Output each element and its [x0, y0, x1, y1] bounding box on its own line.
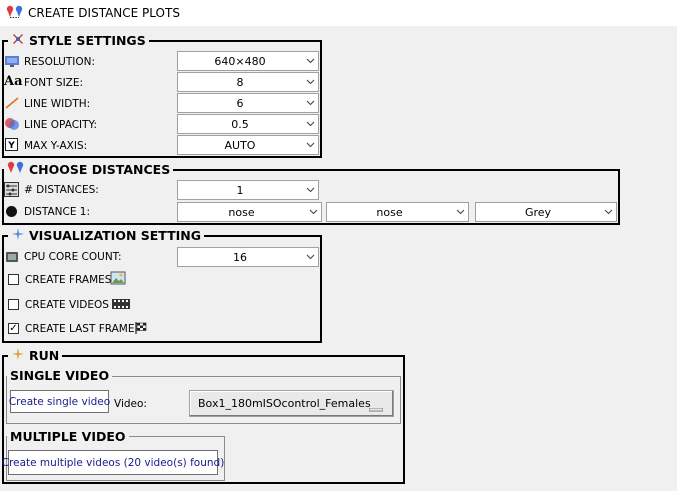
- style-settings-title: STYLE SETTINGS: [29, 32, 146, 48]
- body-part-1-dropdown[interactable]: nose: [177, 202, 322, 222]
- line-opacity-dropdown[interactable]: 0.5: [177, 114, 319, 134]
- create-single-video-label: Create single video: [8, 395, 111, 408]
- chevron-down-icon: [302, 187, 318, 193]
- line-width-value: 6: [236, 96, 244, 110]
- body-part-1-value: nose: [228, 205, 255, 219]
- distance-color-dropdown[interactable]: Grey: [475, 202, 617, 222]
- run-legend: RUN: [8, 347, 63, 364]
- sparkle-icon: [11, 227, 25, 244]
- create-multiple-videos-label: Create multiple videos (20 video(s) foun…: [1, 456, 225, 469]
- max-y-axis-label: MAX Y-AXIS:: [24, 140, 88, 152]
- resolution-value: 640×480: [214, 54, 266, 68]
- create-videos-checkbox[interactable]: [8, 299, 19, 310]
- wrench-icon: [11, 32, 25, 49]
- opacity-icon: [4, 117, 20, 134]
- cpu-core-count-label: CPU CORE COUNT:: [24, 251, 122, 263]
- visualization-title: VISUALIZATION SETTING: [29, 227, 202, 243]
- line-opacity-value: 0.5: [231, 117, 249, 131]
- choose-distances-title: CHOOSE DISTANCES: [29, 161, 171, 177]
- resolution-label: RESOLUTION:: [24, 56, 96, 68]
- distance-pins-icon: [7, 161, 25, 178]
- chevron-down-icon: [302, 58, 318, 64]
- run-title: RUN: [29, 347, 60, 363]
- create-multiple-videos-button[interactable]: Create multiple videos (20 video(s) foun…: [2, 450, 224, 475]
- abacus-icon: [4, 182, 19, 200]
- cpu-core-count-dropdown[interactable]: 16: [177, 247, 319, 267]
- window-title: CREATE DISTANCE PLOTS: [28, 6, 180, 20]
- line-width-icon: [4, 96, 20, 113]
- choose-distances-legend: CHOOSE DISTANCES: [4, 161, 174, 178]
- chevron-down-icon: [452, 209, 468, 215]
- y-axis-icon: Y: [5, 138, 18, 154]
- chevron-down-icon: [302, 79, 318, 85]
- menu-indicator-icon: [368, 402, 384, 415]
- title-bar: CREATE DISTANCE PLOTS: [0, 0, 677, 26]
- distance-1-label: DISTANCE 1:: [24, 206, 91, 218]
- multiple-video-title: MULTIPLE VIDEO: [10, 428, 126, 444]
- run-sparkle-icon: [11, 347, 25, 364]
- chevron-down-icon: [305, 209, 321, 215]
- svg-text:Y: Y: [7, 141, 15, 151]
- video-label: Video:: [114, 398, 147, 410]
- chevron-down-icon: [600, 209, 616, 215]
- chevron-down-icon: [302, 142, 318, 148]
- create-videos-label: CREATE VIDEOS: [25, 299, 109, 311]
- create-frames-label: CREATE FRAMES: [25, 274, 112, 286]
- visualization-legend: VISUALIZATION SETTING: [8, 227, 205, 244]
- cpu-icon: [5, 250, 19, 267]
- font-size-icon: Aa: [4, 74, 23, 89]
- line-width-label: LINE WIDTH:: [24, 98, 91, 110]
- create-frames-checkbox[interactable]: [8, 274, 19, 285]
- black-dot-icon: [5, 205, 18, 221]
- font-size-value: 8: [236, 75, 244, 89]
- max-y-axis-dropdown[interactable]: AUTO: [177, 135, 319, 155]
- resolution-dropdown[interactable]: 640×480: [177, 51, 319, 71]
- create-last-frame-label: CREATE LAST FRAME: [25, 323, 135, 335]
- check-mark: ✓: [9, 322, 18, 334]
- chevron-down-icon: [302, 100, 318, 106]
- cpu-core-count-value: 16: [233, 250, 247, 264]
- video-selector[interactable]: Box1_180mISOcontrol_Females: [189, 390, 394, 417]
- line-opacity-label: LINE OPACITY:: [24, 119, 98, 131]
- max-y-axis-value: AUTO: [224, 138, 256, 152]
- distance-color-value: Grey: [524, 205, 552, 219]
- monitor-icon: [4, 54, 20, 71]
- single-video-title: SINGLE VIDEO: [10, 367, 110, 383]
- create-last-frame-checkbox[interactable]: ✓: [8, 323, 19, 334]
- distance-pins-icon: [6, 5, 24, 22]
- style-settings-legend: STYLE SETTINGS: [8, 32, 149, 48]
- num-distances-value: 1: [236, 183, 244, 197]
- frames-image-icon: [110, 270, 126, 289]
- chevron-down-icon: [302, 254, 318, 260]
- font-size-dropdown[interactable]: 8: [177, 72, 319, 92]
- body-part-2-value: nose: [376, 205, 403, 219]
- num-distances-dropdown[interactable]: 1: [177, 180, 319, 200]
- num-distances-label: # DISTANCES:: [24, 184, 99, 196]
- video-selector-value: Box1_180mISOcontrol_Females: [198, 397, 371, 410]
- film-icon: [111, 297, 131, 314]
- line-width-dropdown[interactable]: 6: [177, 93, 319, 113]
- chevron-down-icon: [302, 121, 318, 127]
- font-size-label: FONT SIZE:: [24, 77, 84, 89]
- create-single-video-button[interactable]: Create single video: [8, 390, 111, 413]
- checkered-flag-icon: [134, 321, 148, 338]
- single-video-legend: SINGLE VIDEO: [7, 367, 113, 383]
- multiple-video-legend: MULTIPLE VIDEO: [7, 428, 129, 444]
- body-part-2-dropdown[interactable]: nose: [326, 202, 469, 222]
